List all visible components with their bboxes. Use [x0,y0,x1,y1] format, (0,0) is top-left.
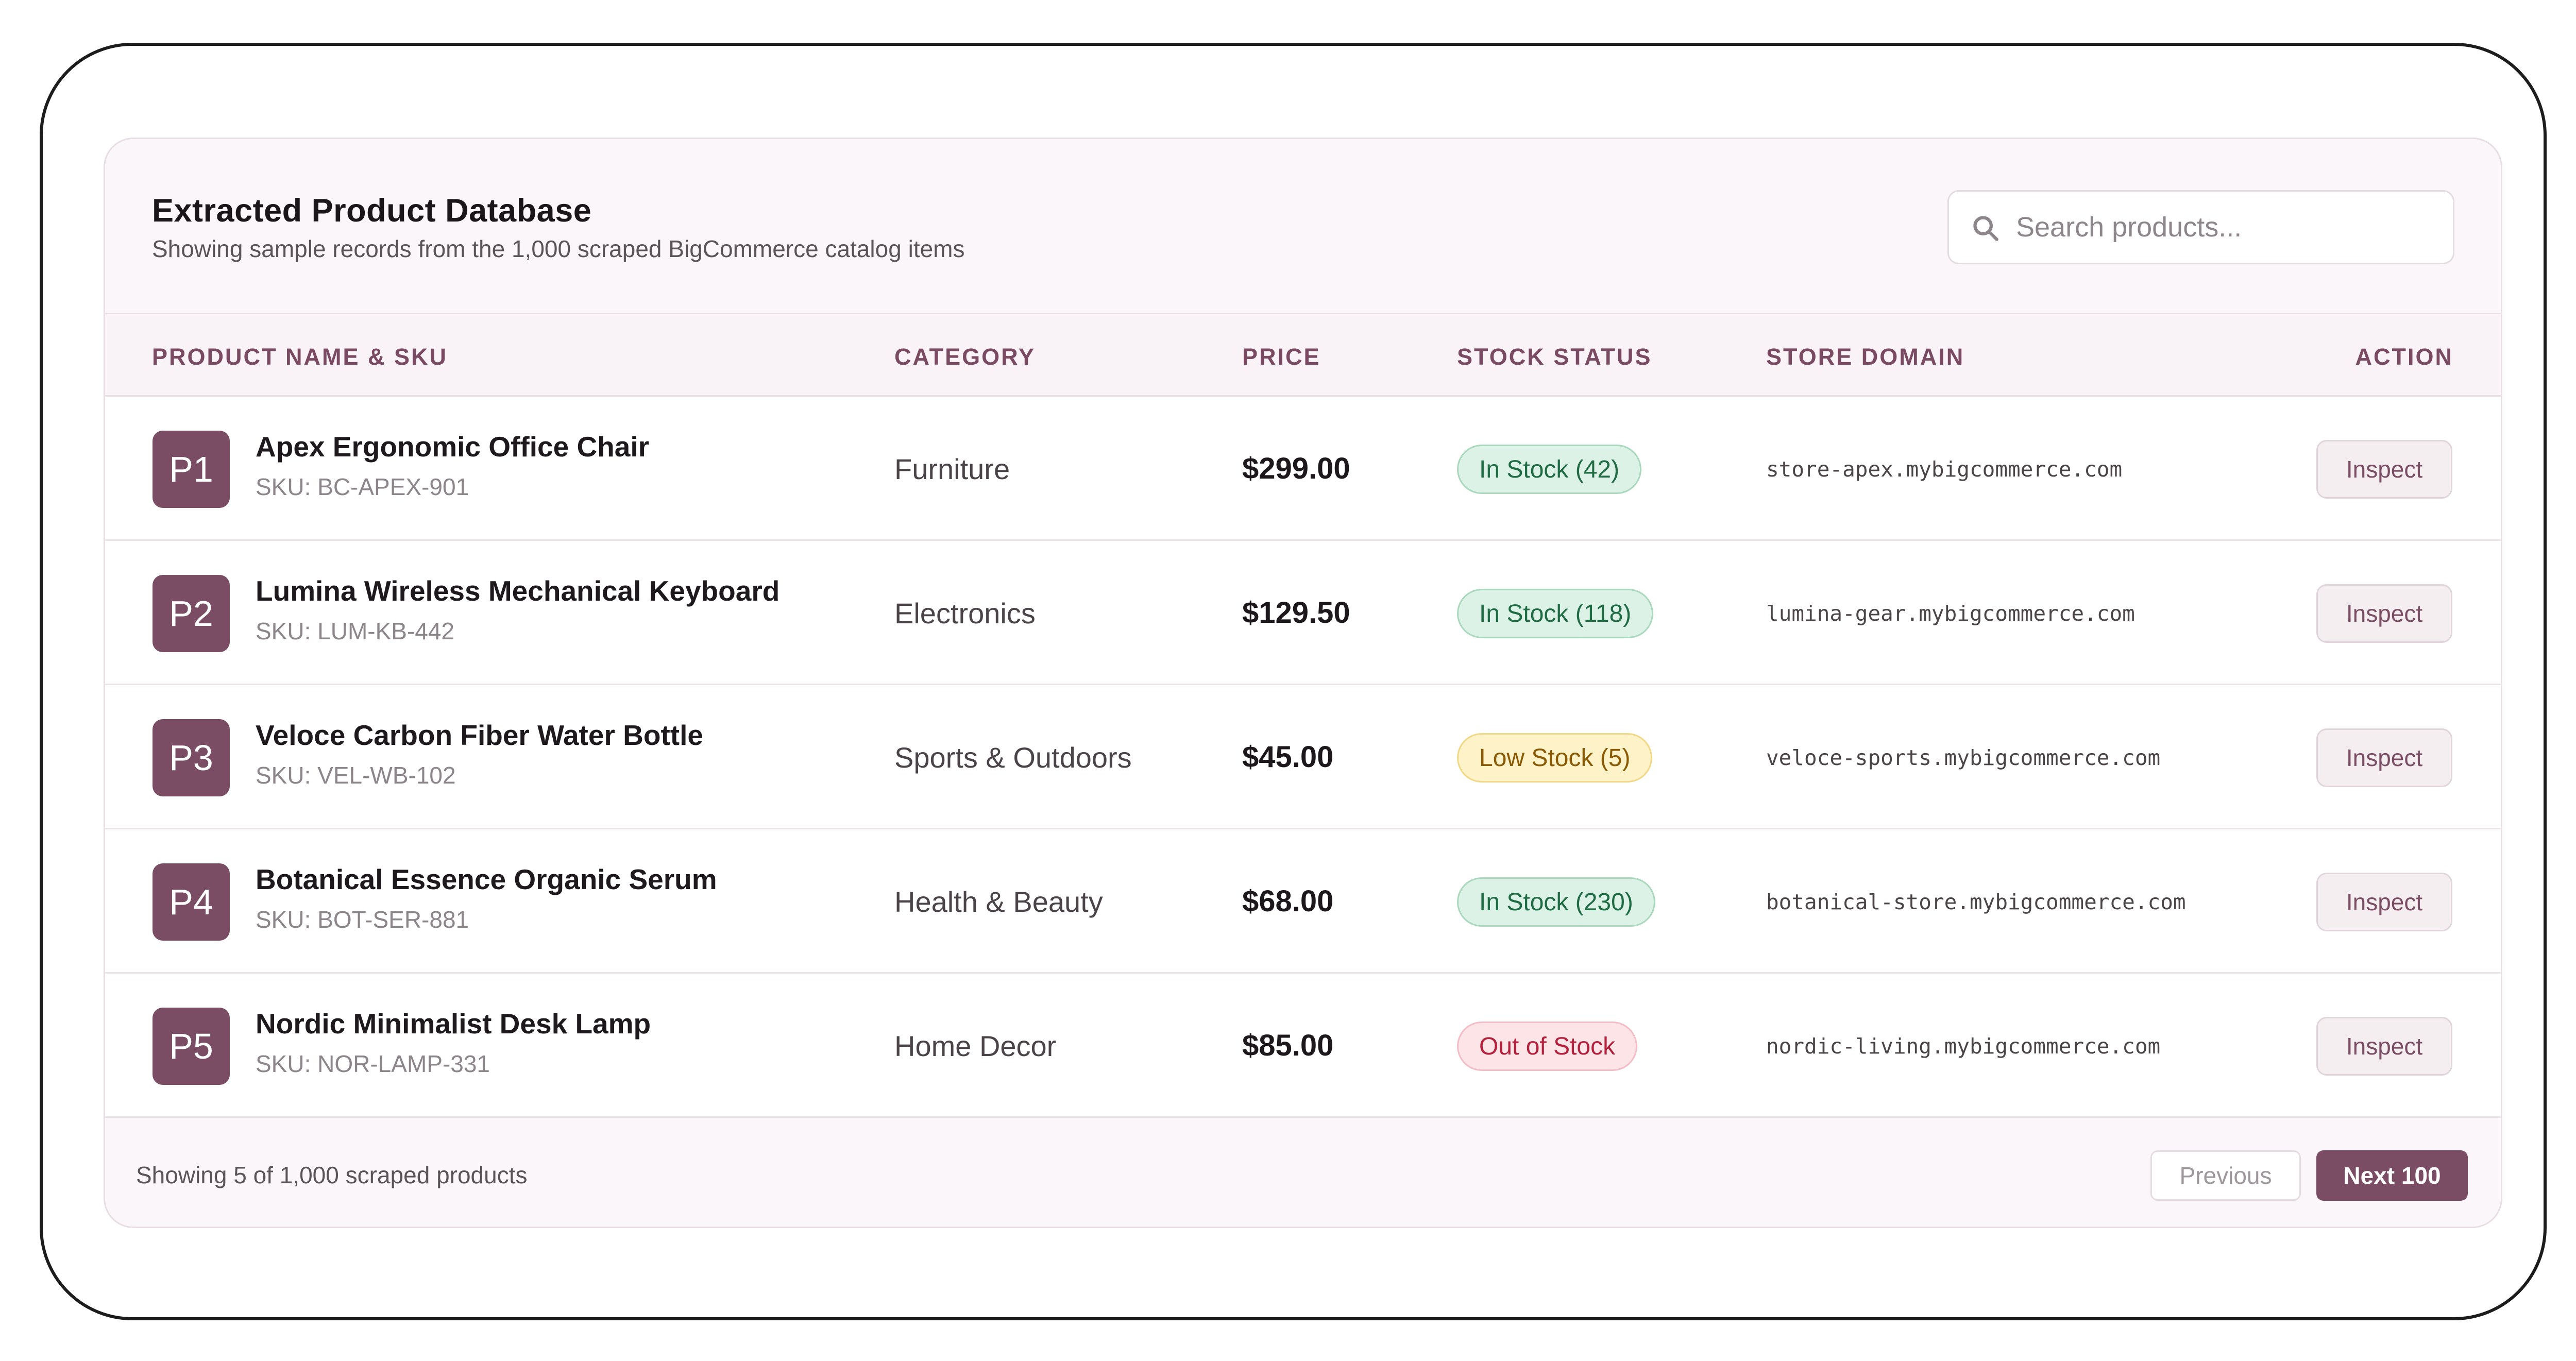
store-domain: botanical-store.mybigcommerce.com [1766,890,2186,914]
column-header-stock-status[interactable]: STOCK STATUS [1457,344,1652,370]
store-domain: store-apex.mybigcommerce.com [1766,457,2123,482]
search-box[interactable] [1947,190,2454,264]
product-name: Botanical Essence Organic Serum [256,863,717,895]
product-category: Home Decor [894,1030,1057,1062]
inspect-button[interactable]: Inspect [2316,1017,2452,1076]
product-badge: P5 [152,1008,230,1085]
pagination-summary: Showing 5 of 1,000 scraped products [136,1162,528,1188]
product-price: $299.00 [1242,452,1350,485]
stock-status-badge: Low Stock (5) [1457,733,1653,782]
store-domain: lumina-gear.mybigcommerce.com [1766,601,2135,626]
product-price: $129.50 [1242,596,1350,630]
product-badge: P1 [152,431,230,508]
card-header: Extracted Product Database Showing sampl… [105,139,2501,314]
table-row[interactable]: P4 Botanical Essence Organic Serum SKU: … [105,829,2501,974]
inspect-button[interactable]: Inspect [2316,873,2452,931]
product-price: $68.00 [1242,884,1334,918]
product-name: Lumina Wireless Mechanical Keyboard [256,575,780,607]
stock-status-badge: Out of Stock [1457,1022,1638,1071]
product-sku: SKU: BC-APEX-901 [256,473,469,500]
column-header-category[interactable]: CATEGORY [894,344,1036,370]
column-header-action: ACTION [2355,344,2453,370]
inspect-button[interactable]: Inspect [2316,728,2452,787]
table-row[interactable]: P2 Lumina Wireless Mechanical Keyboard S… [105,541,2501,685]
inspect-button[interactable]: Inspect [2316,584,2452,643]
product-category: Electronics [894,597,1036,630]
product-price: $85.00 [1242,1029,1334,1062]
column-header-price[interactable]: PRICE [1242,344,1321,370]
product-category: Furniture [894,453,1010,485]
product-database-card: Extracted Product Database Showing sampl… [104,138,2502,1228]
table-row[interactable]: P3 Veloce Carbon Fiber Water Bottle SKU:… [105,685,2501,829]
product-badge: P4 [152,863,230,941]
table-row[interactable]: P1 Apex Ergonomic Office Chair SKU: BC-A… [105,397,2501,541]
page-subtitle: Showing sample records from the 1,000 sc… [152,235,965,262]
store-domain: nordic-living.mybigcommerce.com [1766,1034,2161,1059]
product-sku: SKU: LUM-KB-442 [256,618,455,644]
product-price: $45.00 [1242,740,1334,774]
stock-status-badge: In Stock (42) [1457,445,1642,494]
product-badge: P3 [152,719,230,796]
inspect-button[interactable]: Inspect [2316,440,2452,499]
product-name: Apex Ergonomic Office Chair [256,431,650,463]
stock-status-badge: In Stock (118) [1457,589,1654,638]
product-badge: P2 [152,575,230,652]
table-header: PRODUCT NAME & SKU CATEGORY PRICE STOCK … [105,314,2501,397]
store-domain: veloce-sports.mybigcommerce.com [1766,745,2161,770]
product-sku: SKU: NOR-LAMP-331 [256,1050,490,1077]
table-row[interactable]: P5 Nordic Minimalist Desk Lamp SKU: NOR-… [105,974,2501,1118]
product-sku: SKU: VEL-WB-102 [256,762,456,789]
previous-page-button[interactable]: Previous [2150,1150,2301,1201]
product-name: Nordic Minimalist Desk Lamp [256,1008,651,1040]
search-icon [1973,216,1998,241]
product-category: Health & Beauty [894,886,1103,918]
table-footer: Showing 5 of 1,000 scraped products Prev… [105,1118,2501,1227]
column-header-store-domain[interactable]: STORE DOMAIN [1766,344,1964,370]
product-sku: SKU: BOT-SER-881 [256,906,469,933]
search-input[interactable] [2016,192,2438,263]
next-page-button[interactable]: Next 100 [2316,1150,2468,1201]
product-category: Sports & Outdoors [894,741,1132,774]
column-header-product[interactable]: PRODUCT NAME & SKU [152,344,448,370]
page-title: Extracted Product Database [152,193,592,229]
product-name: Veloce Carbon Fiber Water Bottle [256,719,703,751]
stock-status-badge: In Stock (230) [1457,877,1655,927]
